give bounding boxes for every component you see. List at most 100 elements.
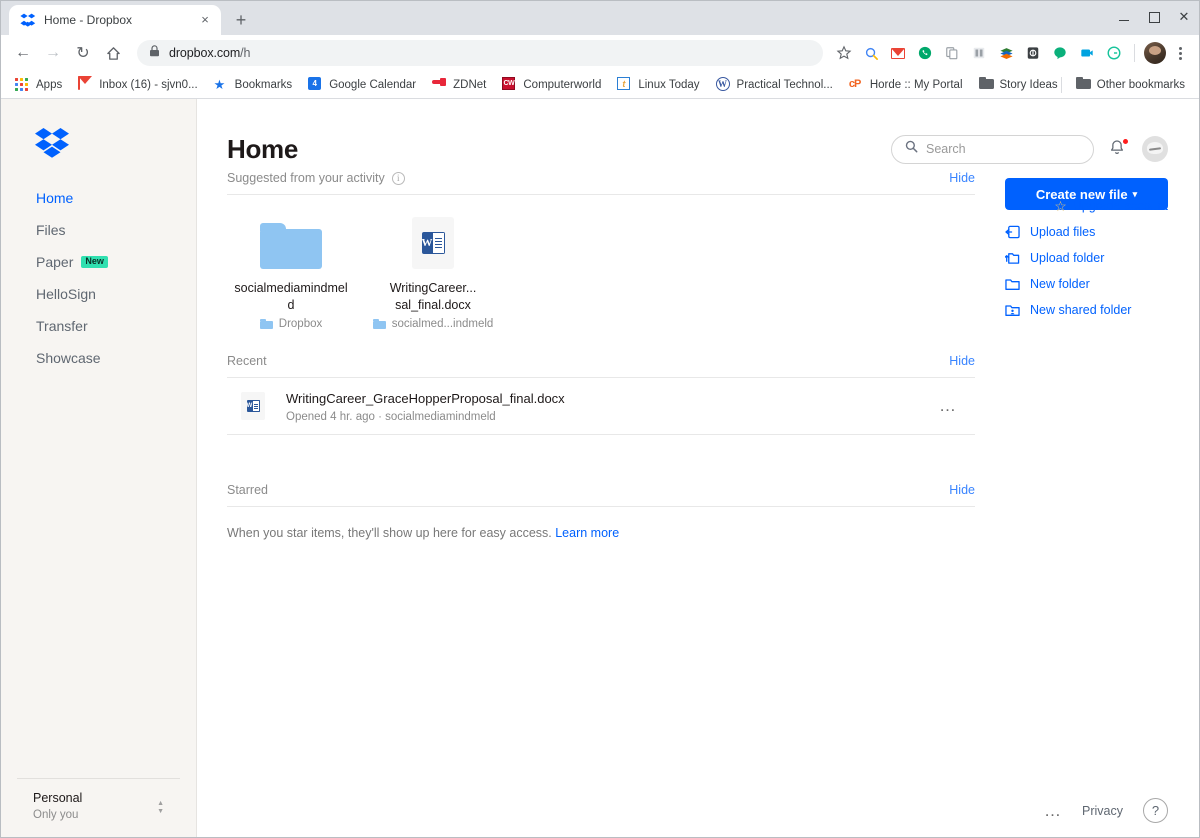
- upload-files-action[interactable]: Upload files: [1005, 223, 1168, 241]
- tab-strip: Home - Dropbox × + ✕: [1, 1, 1199, 35]
- action-label: New shared folder: [1030, 303, 1132, 317]
- action-label: Upload files: [1030, 225, 1096, 239]
- search-placeholder: Search: [926, 142, 966, 156]
- dropbox-page: Home Files Paper New HelloSign Transfer …: [1, 99, 1199, 837]
- star-bookmark-icon[interactable]: [831, 40, 857, 66]
- recent-header: Recent Hide: [227, 336, 975, 377]
- sidebar-item-files[interactable]: Files: [1, 214, 196, 246]
- recent-list-item[interactable]: W WritingCareer_GraceHopperProposal_fina…: [227, 378, 975, 434]
- new-shared-folder-icon: [1005, 303, 1020, 317]
- help-icon[interactable]: ?: [1143, 798, 1168, 823]
- calendar-icon: 4: [308, 77, 323, 92]
- row-overflow-menu-icon[interactable]: …: [927, 396, 969, 416]
- starred-empty-text: When you star items, they'll show up her…: [227, 526, 552, 540]
- tab-title: Home - Dropbox: [44, 13, 133, 27]
- bookmark-label: Inbox (16) - sjvn0...: [99, 78, 198, 91]
- recent-item-name: WritingCareer_GraceHopperProposal_final.…: [286, 390, 565, 406]
- tile-location: Dropbox: [259, 318, 322, 330]
- new-tab-button[interactable]: +: [227, 6, 255, 34]
- bookmark-computerworld[interactable]: CW Computerworld: [494, 74, 609, 95]
- maximize-button[interactable]: [1139, 1, 1169, 33]
- window-close-button[interactable]: ✕: [1169, 1, 1199, 33]
- gmail-extension-icon[interactable]: [885, 40, 911, 66]
- bookmark-horde[interactable]: cP Horde :: My Portal: [841, 74, 971, 95]
- grammarly-extension-icon[interactable]: [1101, 40, 1127, 66]
- learn-more-link[interactable]: Learn more: [555, 526, 619, 540]
- browser-tab[interactable]: Home - Dropbox ×: [9, 5, 221, 35]
- bell-icon[interactable]: [1108, 138, 1129, 159]
- bookmark-label: Practical Technol...: [736, 78, 833, 91]
- upload-folder-action[interactable]: Upload folder: [1004, 249, 1168, 267]
- upload-file-icon: [1005, 225, 1020, 239]
- meet-extension-icon[interactable]: [1074, 40, 1100, 66]
- bookmark-bookmarks[interactable]: ★ Bookmarks: [206, 74, 301, 95]
- reload-icon[interactable]: ↻: [69, 39, 97, 67]
- info-icon[interactable]: i: [391, 171, 405, 185]
- new-shared-folder-action[interactable]: New shared folder: [1005, 301, 1168, 319]
- starred-title: Starred: [227, 483, 268, 497]
- copy-extension-icon[interactable]: [939, 40, 965, 66]
- bookmark-label: Other bookmarks: [1096, 78, 1185, 91]
- recent-item-meta: Opened 4 hr. ago · socialmediamindmeld: [286, 410, 496, 423]
- tile-thumbnail: [260, 213, 322, 269]
- bookmark-label: Bookmarks: [234, 78, 293, 91]
- grammar-extension-icon[interactable]: [966, 40, 992, 66]
- account-switcher[interactable]: Personal Only you ▲ ▼: [17, 778, 180, 837]
- starred-empty-state: When you star items, they'll show up her…: [227, 507, 975, 540]
- folder-mini-icon: [372, 319, 386, 329]
- folder-icon: [1076, 77, 1091, 92]
- bookmark-google-calendar[interactable]: 4 Google Calendar: [300, 74, 424, 95]
- browser-window: Home - Dropbox × + ✕ ← → ↻ dropbox.com/h: [0, 0, 1200, 838]
- sidebar-item-transfer[interactable]: Transfer: [1, 310, 196, 342]
- footer-more-icon[interactable]: …: [1044, 801, 1062, 821]
- suggested-tile-document[interactable]: W WritingCareer... sal_final.docx social…: [372, 213, 494, 330]
- phone-extension-icon[interactable]: [912, 40, 938, 66]
- sidebar-item-showcase[interactable]: Showcase: [1, 342, 196, 374]
- url-text: dropbox.com/h: [169, 46, 251, 60]
- profile-avatar[interactable]: [1142, 40, 1168, 66]
- close-icon[interactable]: ×: [197, 12, 213, 28]
- bookmark-zdnet[interactable]: ZDNet: [424, 74, 494, 95]
- bookmark-label: Computerworld: [523, 78, 602, 91]
- books-extension-icon[interactable]: [993, 40, 1019, 66]
- tile-location-label: socialmed...indmeld: [391, 318, 494, 330]
- bookmark-inbox[interactable]: Inbox (16) - sjvn0...: [70, 74, 205, 95]
- suggested-tile-folder[interactable]: socialmediamindmeld Dropbox: [231, 213, 351, 330]
- address-bar[interactable]: dropbox.com/h: [137, 40, 823, 66]
- bookmark-practical-technology[interactable]: W Practical Technol...: [708, 74, 841, 95]
- forward-icon[interactable]: →: [39, 39, 67, 67]
- chrome-menu-icon[interactable]: [1169, 40, 1191, 66]
- url-domain: dropbox.com: [169, 46, 241, 60]
- upgrade-account-link[interactable]: ☆ Upgrade account: [1054, 199, 1168, 213]
- suggested-header: Suggested from your activity i Hide: [227, 171, 975, 194]
- dropbox-logo[interactable]: [35, 128, 69, 158]
- recent-title: Recent: [227, 354, 267, 368]
- shield-extension-icon[interactable]: [1020, 40, 1046, 66]
- search-input[interactable]: Search: [891, 134, 1094, 164]
- sidebar-item-home[interactable]: Home: [1, 182, 196, 214]
- bookmark-label: Apps: [36, 78, 63, 91]
- bookmark-other-bookmarks[interactable]: Other bookmarks: [1068, 74, 1193, 95]
- back-icon[interactable]: ←: [9, 39, 37, 67]
- sidebar-item-label: Files: [36, 222, 66, 238]
- starred-header: Starred Hide: [227, 435, 975, 506]
- chat-extension-icon[interactable]: [1047, 40, 1073, 66]
- hide-recent-link[interactable]: Hide: [949, 354, 975, 368]
- bookmark-linux-today[interactable]: t Linux Today: [609, 74, 707, 95]
- bookmarks-bar: Apps Inbox (16) - sjvn0... ★ Bookmarks 4…: [1, 71, 1199, 99]
- bookmark-story-ideas[interactable]: Story Ideas: [971, 74, 1066, 95]
- suggested-tiles: socialmediamindmeld Dropbox W WritingCar…: [227, 195, 975, 336]
- privacy-link[interactable]: Privacy: [1082, 804, 1123, 818]
- home-icon[interactable]: [99, 39, 127, 67]
- new-folder-action[interactable]: New folder: [1005, 275, 1168, 293]
- sidebar-item-hellosign[interactable]: HelloSign: [1, 278, 196, 310]
- minimize-button[interactable]: [1109, 1, 1139, 33]
- bookmarks-divider: [1060, 76, 1062, 93]
- upgrade-label: Upgrade account: [1072, 199, 1168, 213]
- user-avatar[interactable]: [1142, 136, 1168, 162]
- sidebar-item-paper[interactable]: Paper New: [1, 246, 196, 278]
- bookmark-apps[interactable]: Apps: [7, 74, 70, 95]
- hide-starred-link[interactable]: Hide: [949, 483, 975, 497]
- hide-suggested-link[interactable]: Hide: [949, 171, 975, 185]
- magnifier-extension-icon[interactable]: [858, 40, 884, 66]
